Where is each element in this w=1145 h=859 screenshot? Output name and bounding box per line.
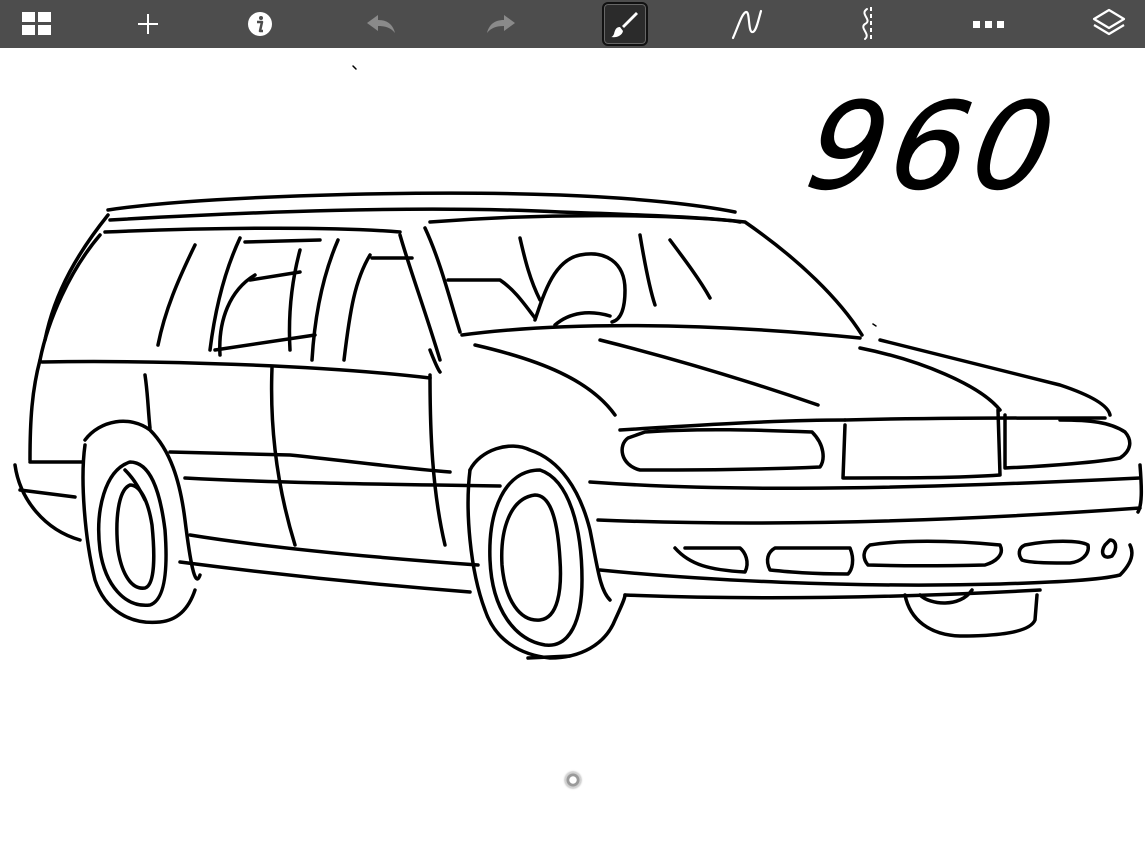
- layers-button[interactable]: [1086, 2, 1132, 46]
- drawn-number-text: 960: [797, 78, 1070, 218]
- undo-icon: [367, 15, 395, 33]
- brush-cursor-indicator: [565, 772, 581, 788]
- symmetry-icon: [862, 7, 872, 41]
- stroke-curve-icon: [731, 9, 763, 40]
- symmetry-button[interactable]: [845, 2, 891, 46]
- more-button[interactable]: [966, 2, 1012, 46]
- layers-icon: [1092, 8, 1126, 36]
- stroke-button[interactable]: [724, 2, 770, 46]
- info-button[interactable]: [237, 2, 283, 46]
- drawing-canvas[interactable]: 960: [0, 48, 1145, 859]
- undo-button[interactable]: [358, 2, 404, 46]
- top-toolbar: [0, 0, 1145, 48]
- redo-icon: [487, 15, 515, 33]
- gallery-button[interactable]: [14, 2, 60, 46]
- brush-icon: [611, 12, 638, 38]
- ellipsis-icon: [973, 21, 1004, 28]
- new-button[interactable]: [125, 2, 171, 46]
- grid-icon: [22, 12, 51, 35]
- info-icon: [248, 12, 272, 36]
- plus-icon: [138, 14, 158, 34]
- brush-button[interactable]: [602, 2, 648, 46]
- redo-button[interactable]: [478, 2, 524, 46]
